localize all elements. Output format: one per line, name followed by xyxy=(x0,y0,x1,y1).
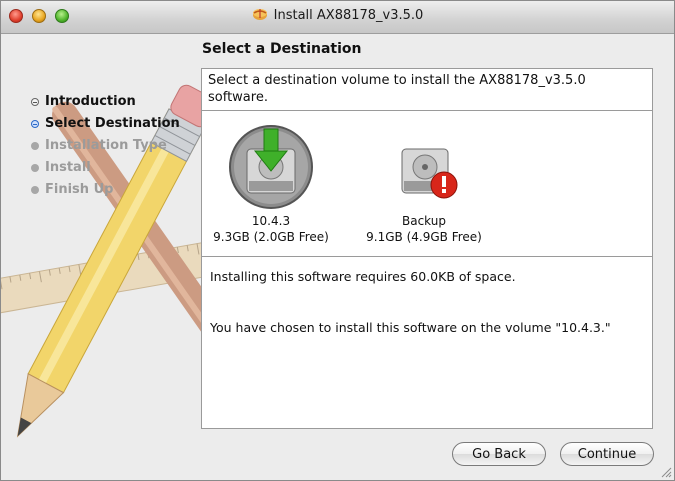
window-title: Install AX88178_v3.5.0 xyxy=(273,8,424,23)
continue-button[interactable]: Continue xyxy=(560,442,654,466)
step-pending-bullet-icon xyxy=(31,164,39,172)
hard-drive-alert-icon[interactable] xyxy=(380,123,468,211)
step-finish-up: Finish Up xyxy=(31,179,180,201)
destination-panel: Select a destination volume to install t… xyxy=(201,68,653,429)
step-label: Select Destination xyxy=(45,116,180,131)
installer-window: Install AX88178_v3.5.0 Introduction Sele… xyxy=(0,0,675,481)
window-title-group: Install AX88178_v3.5.0 xyxy=(1,7,674,23)
step-install: Install xyxy=(31,157,180,179)
divider xyxy=(202,256,652,257)
volume-10-4-3[interactable]: 10.4.3 9.3GB (2.0GB Free) xyxy=(206,123,336,245)
chosen-volume-text: You have chosen to install this software… xyxy=(210,320,611,335)
volume-list: 10.4.3 9.3GB (2.0GB Free) Backup 9.1GB (… xyxy=(202,111,652,256)
step-installation-type: Installation Type xyxy=(31,135,180,157)
go-back-button[interactable]: Go Back xyxy=(452,442,546,466)
step-label: Installation Type xyxy=(45,138,167,153)
step-done-bullet-icon xyxy=(31,98,39,106)
volume-space: 9.3GB (2.0GB Free) xyxy=(213,230,329,244)
volume-name: Backup xyxy=(402,214,446,228)
hard-drive-install-arrow-icon[interactable] xyxy=(227,123,315,211)
step-introduction: Introduction xyxy=(31,91,180,113)
step-pending-bullet-icon xyxy=(31,186,39,194)
step-label: Introduction xyxy=(45,94,136,109)
package-icon xyxy=(252,9,267,20)
step-label: Finish Up xyxy=(45,182,114,197)
space-required-text: Installing this software requires 60.0KB… xyxy=(210,269,516,284)
step-current-bullet-icon xyxy=(31,120,39,128)
title-bar[interactable]: Install AX88178_v3.5.0 xyxy=(1,1,674,34)
page-title: Select a Destination xyxy=(202,41,362,57)
volume-backup[interactable]: Backup 9.1GB (4.9GB Free) xyxy=(359,123,489,245)
resize-grip-icon[interactable] xyxy=(660,466,672,478)
installer-steps: Introduction Select Destination Installa… xyxy=(31,91,180,201)
volume-space: 9.1GB (4.9GB Free) xyxy=(366,230,482,244)
step-label: Install xyxy=(45,160,91,175)
volume-name: 10.4.3 xyxy=(251,214,291,228)
destination-description: Select a destination volume to install t… xyxy=(208,73,586,105)
step-pending-bullet-icon xyxy=(31,142,39,150)
step-select-destination: Select Destination xyxy=(31,113,180,135)
